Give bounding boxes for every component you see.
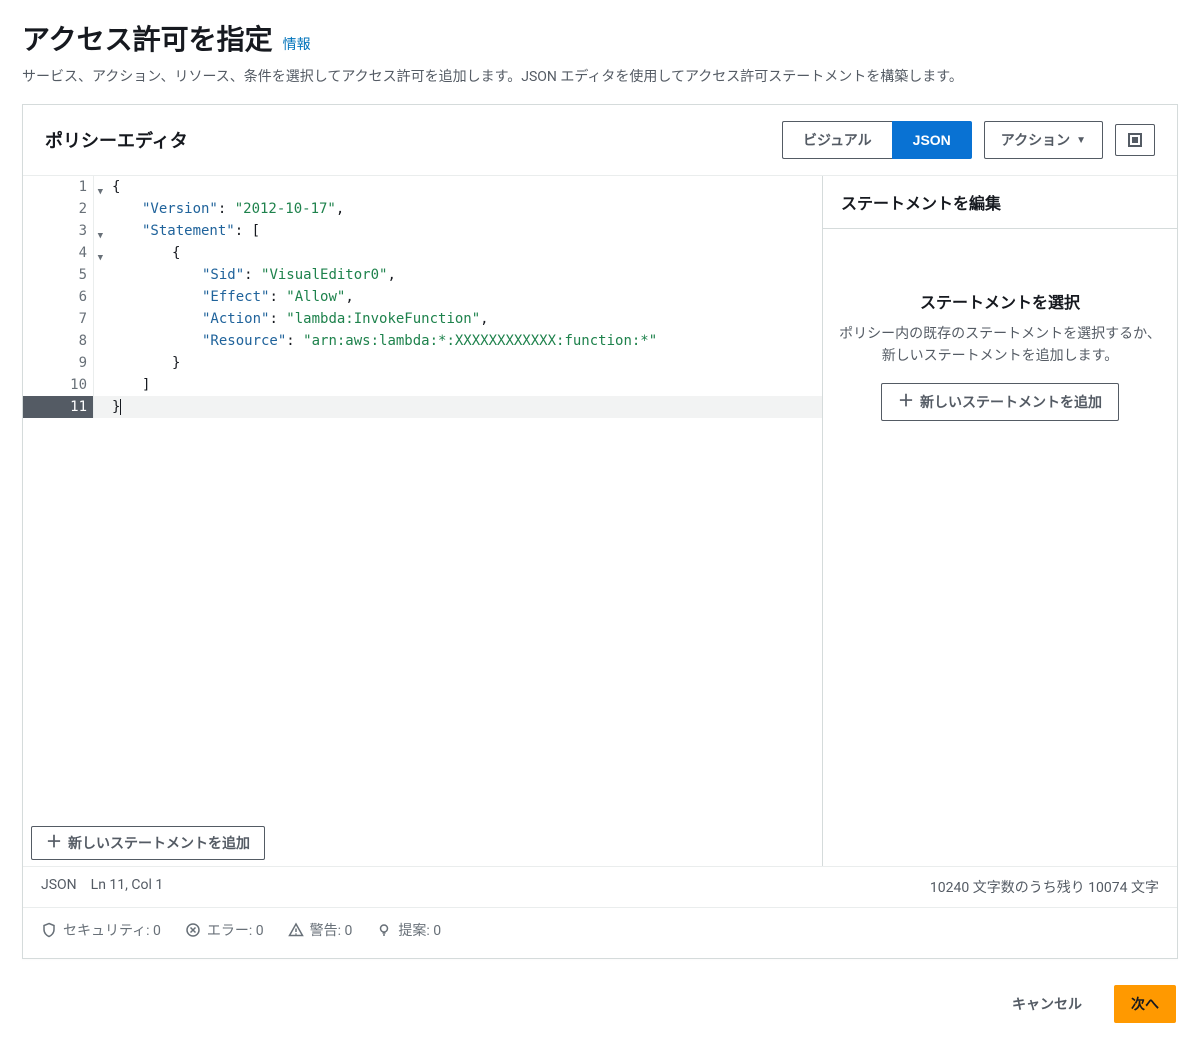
gutter: 6 — [23, 286, 93, 308]
fold-toggle-icon[interactable]: ▼ — [98, 181, 103, 203]
error-icon — [185, 922, 201, 938]
diag-warnings[interactable]: 警告: 0 — [288, 920, 353, 940]
gutter: 3▼ — [23, 220, 93, 242]
view-toggle: ビジュアル JSON — [782, 121, 972, 159]
code-line[interactable]: 9} — [23, 352, 822, 374]
statement-sidebar: ステートメントを編集 ステートメントを選択 ポリシー内の既存のステートメントを選… — [822, 176, 1177, 866]
code-content[interactable]: "Action": "lambda:InvokeFunction", — [93, 308, 822, 330]
add-statement-button-sidebar[interactable]: ＋ 新しいステートメントを追加 — [881, 383, 1119, 421]
info-link[interactable]: 情報 — [283, 34, 311, 54]
fold-toggle-icon[interactable]: ▼ — [98, 225, 103, 247]
diag-errors[interactable]: エラー: 0 — [185, 920, 264, 940]
code-line[interactable]: 5"Sid": "VisualEditor0", — [23, 264, 822, 286]
actions-dropdown-label: アクション — [1001, 130, 1070, 150]
code-content[interactable]: "Effect": "Allow", — [93, 286, 822, 308]
diag-security[interactable]: セキュリティ: 0 — [41, 920, 161, 940]
gutter: 4▼ — [23, 242, 93, 264]
code-content[interactable]: { — [93, 176, 822, 198]
add-statement-button-sidebar-label: 新しいステートメントを追加 — [920, 392, 1102, 412]
code-line[interactable]: 1▼{ — [23, 176, 822, 198]
plus-icon: ＋ — [46, 836, 62, 850]
gutter: 11 — [23, 396, 93, 418]
gutter: 9 — [23, 352, 93, 374]
gutter: 5 — [23, 264, 93, 286]
sidebar-empty-title: ステートメントを選択 — [839, 289, 1161, 313]
gutter: 1▼ — [23, 176, 93, 198]
status-cursor: Ln 11, Col 1 — [91, 877, 164, 897]
sidebar-header: ステートメントを編集 — [823, 176, 1177, 229]
diag-suggestions[interactable]: 提案: 0 — [376, 920, 441, 940]
view-toggle-visual[interactable]: ビジュアル — [782, 121, 892, 159]
toggle-sidebar-button[interactable] — [1115, 124, 1155, 156]
gutter: 2 — [23, 198, 93, 220]
code-line[interactable]: 4▼{ — [23, 242, 822, 264]
view-toggle-json[interactable]: JSON — [892, 121, 972, 159]
panel-toggle-icon — [1128, 133, 1142, 147]
gutter: 10 — [23, 374, 93, 396]
code-line[interactable]: 2"Version": "2012-10-17", — [23, 198, 822, 220]
lightbulb-icon — [376, 922, 392, 938]
code-content[interactable]: } — [93, 352, 822, 374]
fold-toggle-icon[interactable]: ▼ — [98, 247, 103, 269]
add-statement-button-bottom-label: 新しいステートメントを追加 — [68, 833, 250, 853]
status-mode: JSON — [41, 877, 77, 897]
code-content[interactable]: "Resource": "arn:aws:lambda:*:XXXXXXXXXX… — [93, 330, 822, 352]
code-content[interactable]: "Statement": [ — [93, 220, 822, 242]
text-cursor — [120, 399, 121, 415]
code-content[interactable]: "Version": "2012-10-17", — [93, 198, 822, 220]
code-content[interactable]: { — [93, 242, 822, 264]
code-line[interactable]: 10] — [23, 374, 822, 396]
chevron-down-icon: ▼ — [1076, 135, 1086, 146]
actions-dropdown[interactable]: アクション ▼ — [984, 121, 1103, 159]
cancel-button[interactable]: キャンセル — [996, 986, 1098, 1022]
code-line[interactable]: 6"Effect": "Allow", — [23, 286, 822, 308]
gutter: 7 — [23, 308, 93, 330]
status-chars: 10240 文字数のうち残り 10074 文字 — [930, 877, 1159, 897]
warning-icon — [288, 922, 304, 938]
sidebar-empty-text: ポリシー内の既存のステートメントを選択するか、新しいステートメントを追加します。 — [839, 323, 1161, 367]
code-content[interactable]: "Sid": "VisualEditor0", — [93, 264, 822, 286]
shield-icon — [41, 922, 57, 938]
panel-title: ポリシーエディタ — [45, 127, 188, 153]
code-content[interactable]: ] — [93, 374, 822, 396]
code-line[interactable]: 11} — [23, 396, 822, 418]
code-content[interactable]: } — [93, 396, 822, 418]
gutter: 8 — [23, 330, 93, 352]
add-statement-button-bottom[interactable]: ＋ 新しいステートメントを追加 — [31, 826, 265, 860]
code-line[interactable]: 7"Action": "lambda:InvokeFunction", — [23, 308, 822, 330]
page-title: アクセス許可を指定 — [22, 18, 273, 58]
page-subtitle: サービス、アクション、リソース、条件を選択してアクセス許可を追加します。JSON… — [22, 66, 1178, 86]
plus-icon: ＋ — [898, 395, 914, 409]
code-editor[interactable]: 1▼{2"Version": "2012-10-17",3▼"Statement… — [23, 176, 822, 866]
next-button[interactable]: 次へ — [1114, 985, 1176, 1023]
code-line[interactable]: 3▼"Statement": [ — [23, 220, 822, 242]
policy-editor-panel: ポリシーエディタ ビジュアル JSON アクション ▼ 1▼{2"Version… — [22, 104, 1178, 959]
code-line[interactable]: 8"Resource": "arn:aws:lambda:*:XXXXXXXXX… — [23, 330, 822, 352]
